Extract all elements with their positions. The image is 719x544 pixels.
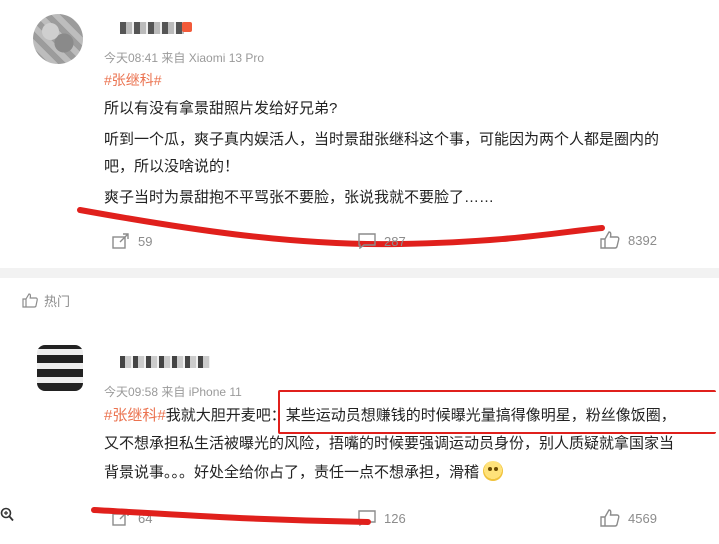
comment-count: 126 [384, 510, 406, 526]
share-count: 64 [138, 510, 153, 526]
share-button[interactable]: 64 [112, 510, 152, 526]
share-button[interactable]: 59 [112, 233, 152, 249]
like-button[interactable]: 4569 [600, 509, 657, 527]
like-icon [600, 231, 620, 249]
post-meta: 今天08:41 来自 Xiaomi 13 Pro [104, 51, 265, 65]
share-count: 59 [138, 233, 153, 249]
avatar[interactable] [33, 14, 83, 64]
hashtag-link[interactable]: #张继科# [104, 70, 162, 90]
hot-thumb-icon [22, 293, 38, 308]
hashtag-link[interactable]: #张继科# [104, 407, 166, 424]
hot-label-text: 热门 [44, 294, 71, 309]
vip-badge-icon [182, 22, 192, 32]
hot-label: 热门 [22, 291, 70, 310]
share-icon [112, 233, 129, 249]
username-blurred[interactable] [120, 22, 184, 34]
section-divider [0, 268, 719, 278]
like-count: 8392 [628, 232, 657, 248]
post-text-line: 听到一个瓜，爽子真内娱活人，当时景甜张继科这个事，可能因为两个人都是圈内的 [104, 131, 660, 148]
magnifier-icon[interactable] [0, 507, 14, 523]
avatar[interactable] [37, 345, 83, 391]
share-icon [112, 510, 129, 526]
username-blurred[interactable] [120, 356, 210, 368]
post-meta: 今天09:58 来自 iPhone 11 [104, 385, 242, 399]
comment-button[interactable]: 287 [358, 233, 406, 249]
post-text-line: 背景说事。。。好处全给你占了，责任一点不想承担，滑稽 [104, 461, 504, 484]
red-box-annotation [278, 390, 716, 434]
post-text-line: 又不想承担私生活被曝光的风险，捂嘴的时候要强调运动员身份，别人质疑就拿国家当 [104, 435, 675, 452]
like-count: 4569 [628, 510, 657, 526]
post-text-line: 所以有没有拿景甜照片发给好兄弟? [104, 100, 338, 117]
comment-button[interactable]: 126 [358, 510, 406, 526]
emoji-huaji-icon [483, 461, 504, 481]
post-text-segment: 背景说事。。。好处全给你占了，责任一点不想承担，滑稽 [104, 464, 480, 481]
post-text-line: 爽子当时为景甜抱不平骂张不要脸，张说我就不要脸了…… [104, 189, 495, 206]
comment-icon [358, 233, 376, 249]
comment-count: 287 [384, 233, 406, 249]
like-button[interactable]: 8392 [600, 231, 657, 249]
hot-section-header [0, 278, 719, 326]
post-text-line: 吧，所以没啥说的！ [104, 158, 240, 175]
comment-icon [358, 510, 376, 526]
like-icon [600, 509, 620, 527]
